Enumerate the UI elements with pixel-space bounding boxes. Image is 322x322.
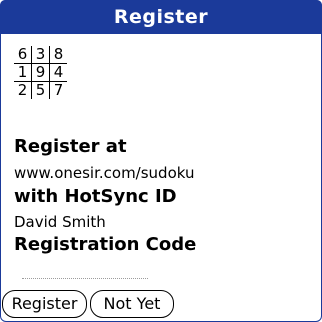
register-at-heading: Register at	[14, 136, 127, 157]
grid-cell: 1	[14, 63, 32, 82]
register-url: www.onesir.com/sudoku	[14, 164, 195, 182]
registration-code-field[interactable]	[22, 278, 148, 279]
grid-cell: 6	[14, 46, 32, 64]
grid-cell: 8	[49, 46, 67, 64]
register-dialog: Register 6 3 8 1 9 4 2 5 7 Register at w…	[0, 0, 322, 322]
grid-cell: 3	[31, 46, 50, 64]
grid-cell: 9	[31, 63, 50, 82]
sudoku-logo-grid: 6 3 8 1 9 4 2 5 7	[14, 46, 67, 99]
grid-cell: 4	[49, 63, 67, 82]
dialog-title: Register	[0, 0, 322, 34]
grid-cell: 7	[53, 81, 64, 99]
grid-cell: 2	[14, 81, 32, 99]
hotsync-id: David Smith	[14, 213, 106, 231]
hotsync-heading: with HotSync ID	[14, 186, 177, 207]
registration-code-heading: Registration Code	[14, 234, 197, 255]
not-yet-button[interactable]: Not Yet	[90, 290, 174, 318]
grid-cell: 5	[31, 81, 50, 99]
register-button[interactable]: Register	[2, 290, 87, 318]
